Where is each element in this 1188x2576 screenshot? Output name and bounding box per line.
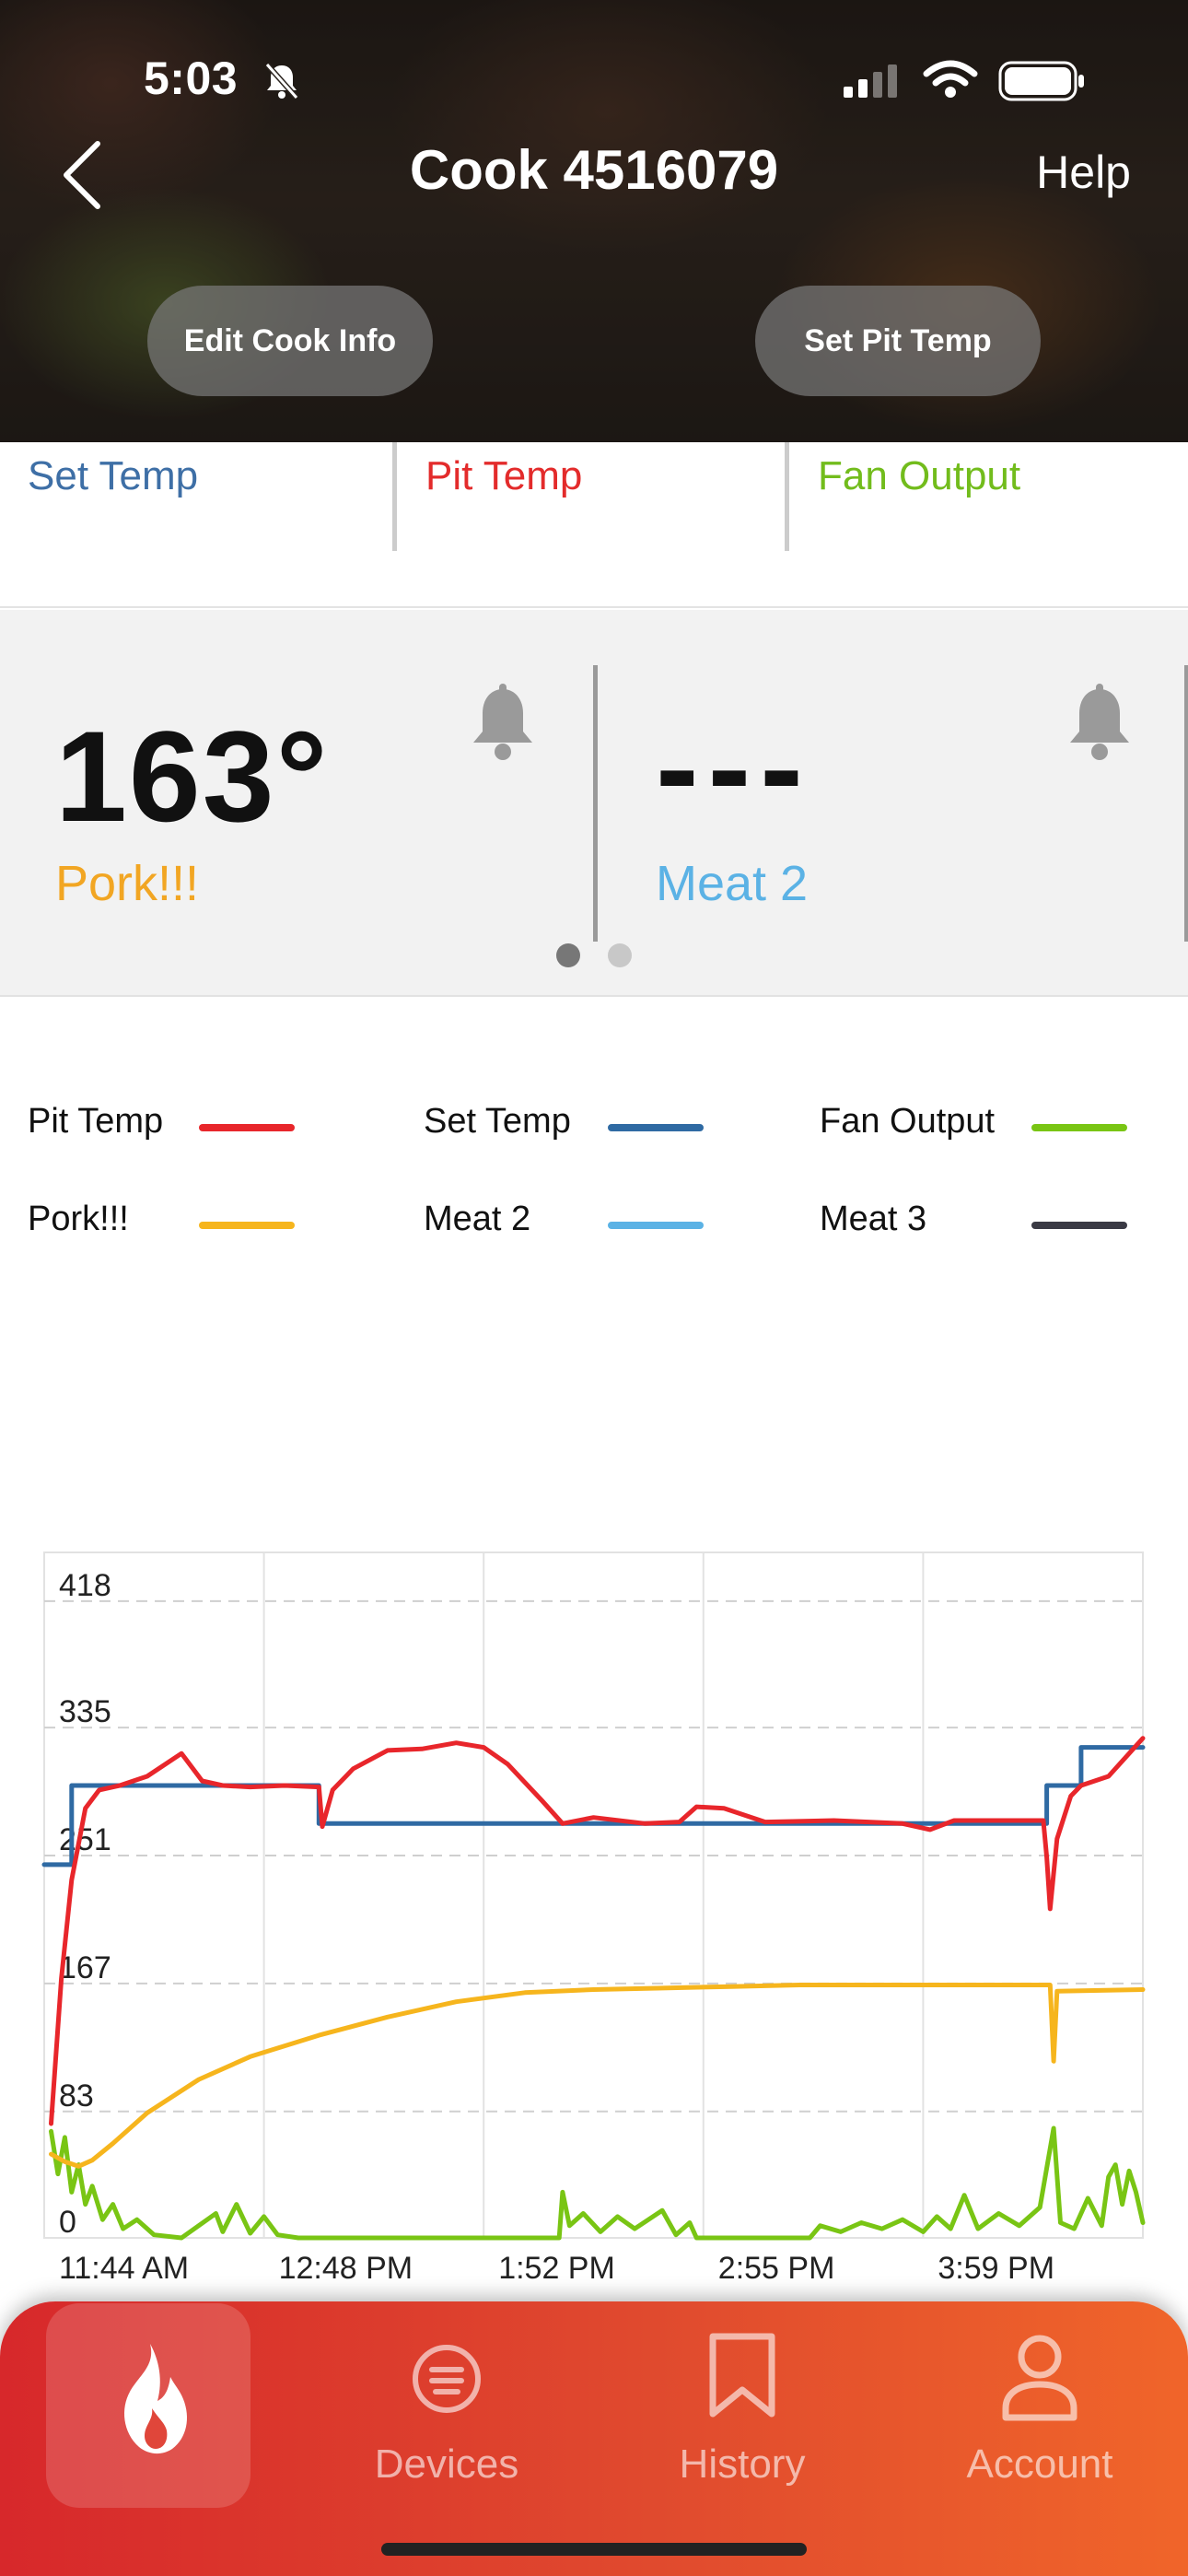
status-time: 5:03 <box>144 53 239 104</box>
tab-history[interactable]: History <box>650 2301 834 2504</box>
y-tick-label: 167 <box>59 1950 111 1985</box>
set-temp-label: Set Temp <box>28 453 199 498</box>
page-indicator <box>0 943 1188 971</box>
probe-name: Pork!!! <box>55 856 200 911</box>
cellular-signal-icon <box>842 63 906 104</box>
alarm-bell-icon[interactable] <box>1063 684 1136 767</box>
chart-svg[interactable]: 11:44 AM 12:48 PM 1:52 PM 2:55 PM 3:59 PM 418… <box>0 1543 1188 2308</box>
x-tick-label: 3:59 PM <box>938 2251 1054 2286</box>
set-temp-stat: Set Temp <box>0 442 394 553</box>
legend-swatch <box>199 1222 295 1229</box>
probe-name: Meat 2 <box>656 856 809 911</box>
stats-strip: Set Temp Pit Temp Fan Output <box>0 442 1188 608</box>
legend-swatch <box>1031 1222 1127 1229</box>
legend-label: Fan Output <box>820 1102 996 1141</box>
probe-card-2[interactable]: --- Meat 2 <box>597 610 1188 942</box>
x-tick-label: 12:48 PM <box>279 2251 413 2286</box>
chart-legend: Pit Temp Set Temp Fan Output Pork!!! Mea… <box>0 1096 1188 1244</box>
page-dot-active[interactable] <box>556 943 580 967</box>
flame-icon <box>102 2340 194 2465</box>
tab-cook[interactable] <box>46 2303 250 2508</box>
tab-devices[interactable]: Devices <box>350 2301 543 2504</box>
page-title: Cook 4516079 <box>409 139 779 201</box>
y-tick-label: 0 <box>59 2205 76 2240</box>
probe-temperature: 163° <box>55 704 330 849</box>
y-tick-label: 418 <box>59 1568 111 1603</box>
legend-label: Meat 2 <box>424 1200 531 1238</box>
legend-swatch <box>1031 1124 1127 1131</box>
tab-account[interactable]: Account <box>943 2301 1136 2504</box>
x-tick-label: 2:55 PM <box>718 2251 835 2286</box>
x-tick-label: 1:52 PM <box>498 2251 615 2286</box>
legend-label: Meat 3 <box>820 1200 927 1238</box>
pit-temp-stat: Pit Temp <box>394 442 786 553</box>
legend-label: Set Temp <box>424 1102 571 1141</box>
chart-plot-area <box>43 1551 1144 2239</box>
x-tick-label: 11:44 AM <box>59 2251 189 2286</box>
legend-swatch <box>199 1124 295 1131</box>
home-indicator <box>381 2543 807 2556</box>
y-tick-label: 251 <box>59 1822 111 1857</box>
probe-card-1[interactable]: 163° Pork!!! <box>0 610 594 942</box>
alarm-bell-icon[interactable] <box>466 684 540 767</box>
help-link[interactable]: Help <box>1036 146 1131 199</box>
battery-icon <box>998 61 1087 106</box>
header-banner: 5:03 Cook 4516079 Help Edit Cook Info Se… <box>0 0 1188 442</box>
pit-temp-label: Pit Temp <box>425 453 583 498</box>
probe-divider <box>1184 665 1188 942</box>
wifi-icon <box>923 59 978 104</box>
fan-output-stat: Fan Output <box>786 442 1188 553</box>
legend-swatch <box>608 1124 704 1131</box>
y-tick-label: 83 <box>59 2078 94 2113</box>
devices-icon <box>410 2342 483 2420</box>
tab-label: Devices <box>374 2441 519 2487</box>
status-bar: 5:03 <box>0 48 1188 106</box>
tab-label: History <box>679 2441 806 2487</box>
nav-bar: Cook 4516079 Help <box>0 129 1188 212</box>
edit-cook-info-button[interactable]: Edit Cook Info <box>147 286 433 396</box>
y-tick-label: 335 <box>59 1694 111 1729</box>
tab-label: Account <box>966 2441 1113 2487</box>
fan-output-label: Fan Output <box>818 453 1021 498</box>
probe-temperature: --- <box>656 695 812 839</box>
probe-carousel[interactable]: 163° Pork!!! --- Meat 2 <box>0 610 1188 997</box>
legend-label: Pit Temp <box>28 1102 164 1141</box>
legend-label: Pork!!! <box>28 1200 129 1238</box>
bookmark-icon <box>705 2329 779 2426</box>
set-pit-temp-button[interactable]: Set Pit Temp <box>755 286 1041 396</box>
tab-bar: Devices History Account <box>0 2301 1188 2576</box>
person-icon <box>1000 2331 1079 2428</box>
page-dot[interactable] <box>608 943 632 967</box>
bell-muted-icon <box>262 61 302 106</box>
temperature-chart[interactable]: 11:44 AM 12:48 PM 1:52 PM 2:55 PM 3:59 PM 418… <box>0 1543 1188 2308</box>
legend-swatch <box>608 1222 704 1229</box>
